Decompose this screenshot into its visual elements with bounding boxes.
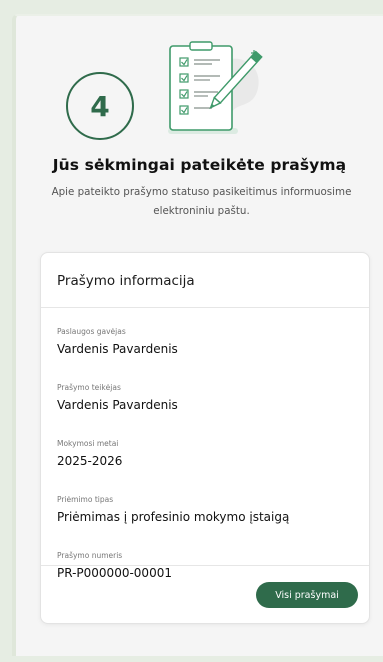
field-label: Mokymosi metai <box>57 439 119 448</box>
content-panel: 4 Jūs sėkmingai pateikėte prašymą Apie p… <box>12 14 383 656</box>
success-hero: 4 <box>16 38 383 148</box>
request-fields: Paslaugos gavėjas Vardenis Pavardenis Pr… <box>41 308 369 598</box>
clipboard-checklist-pencil-icon <box>168 41 263 134</box>
success-title: Jūs sėkmingai pateikėte prašymą <box>52 156 347 174</box>
step-number-badge: 4 <box>66 72 134 140</box>
field-request-submitter: Prašymo teikėjas Vardenis Pavardenis <box>57 382 353 430</box>
all-requests-button[interactable]: Visi prašymai <box>256 582 358 608</box>
field-label: Priėmimo tipas <box>57 495 114 504</box>
field-study-year: Mokymosi metai 2025-2026 <box>57 438 353 486</box>
request-info-card: Prašymo informacija Paslaugos gavėjas Va… <box>40 252 370 624</box>
field-label: Paslaugos gavėjas <box>57 327 126 336</box>
card-footer: Visi prašymai <box>41 565 369 623</box>
field-service-recipient: Paslaugos gavėjas Vardenis Pavardenis <box>57 326 353 374</box>
field-value: Vardenis Pavardenis <box>57 398 178 412</box>
field-value: Priėmimas į profesinio mokymo įstaigą <box>57 510 290 524</box>
field-label: Prašymo teikėjas <box>57 383 121 392</box>
field-value: Vardenis Pavardenis <box>57 342 178 356</box>
field-label: Prašymo numeris <box>57 551 123 560</box>
success-description: Apie pateikto prašymo statuso pasikeitim… <box>51 186 352 217</box>
field-value: 2025-2026 <box>57 454 123 468</box>
card-title: Prašymo informacija <box>41 253 369 308</box>
field-admission-type: Priėmimo tipas Priėmimas į profesinio mo… <box>57 494 353 542</box>
